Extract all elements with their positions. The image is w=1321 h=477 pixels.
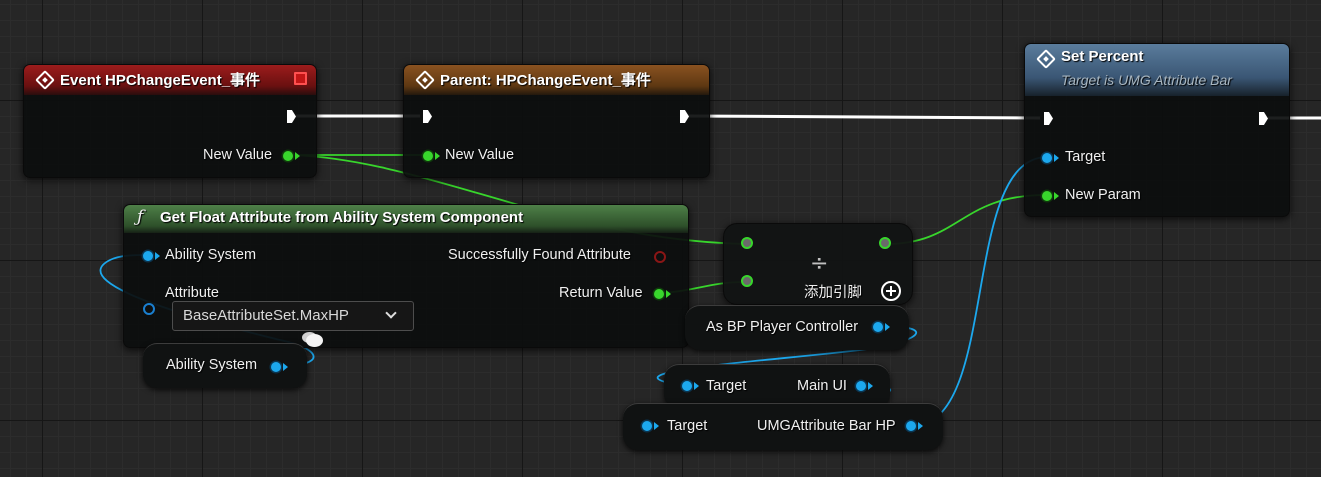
set-percent-node[interactable]: Set Percent Target is UMG Attribute Bar …: [1024, 43, 1290, 217]
found-attribute-output-label: Successfully Found Attribute: [448, 247, 631, 263]
divide-input-a-pin[interactable]: [741, 237, 753, 249]
reroute-knot[interactable]: [306, 334, 323, 347]
return-value-output-label: Return Value: [559, 285, 643, 301]
pin-arrow-icon: [1054, 154, 1059, 162]
set-percent-title: Set Percent: [1061, 48, 1144, 65]
get-float-attribute-node[interactable]: ƒ Get Float Attribute from Ability Syste…: [123, 204, 689, 348]
add-pin-label[interactable]: 添加引脚: [804, 281, 862, 302]
exec-output-pin[interactable]: [680, 110, 689, 123]
pin-arrow-icon: [295, 152, 300, 160]
exec-input-pin[interactable]: [1044, 112, 1053, 125]
main-ui-output-label: Main UI: [797, 378, 847, 394]
umg-attribute-bar-hp-node[interactable]: Target UMGAttribute Bar HP: [623, 403, 943, 450]
pin-arrow-icon: [868, 382, 873, 390]
main-ui-target-input-pin[interactable]: [682, 381, 692, 391]
exec-output-pin[interactable]: [287, 110, 296, 123]
ability-system-output-pin[interactable]: [271, 362, 281, 372]
as-bp-player-controller-label: As BP Player Controller: [706, 319, 859, 335]
ability-system-variable-label: Ability System: [166, 357, 258, 373]
function-icon: ƒ: [137, 207, 144, 227]
umg-bar-output-pin[interactable]: [906, 421, 916, 431]
pin-arrow-icon: [283, 363, 288, 371]
plus-circle-icon[interactable]: [881, 281, 901, 301]
divide-output-pin[interactable]: [879, 237, 891, 249]
event-node[interactable]: Event HPChangeEvent_事件 New Value: [23, 64, 317, 178]
ability-system-input-label: Ability System: [165, 247, 257, 263]
umg-bar-output-label: UMGAttribute Bar HP: [757, 418, 896, 434]
get-float-attribute-header: ƒ Get Float Attribute from Ability Syste…: [124, 205, 688, 233]
new-value-input-label: New Value: [445, 147, 515, 163]
pin-arrow-icon: [666, 290, 671, 298]
pin-arrow-icon: [1054, 192, 1059, 200]
found-attribute-output-pin[interactable]: [654, 251, 666, 263]
new-param-input-label: New Param: [1065, 187, 1141, 203]
new-value-output-label: New Value: [203, 147, 273, 163]
attribute-dropdown-value: BaseAttributeSet.MaxHP: [183, 307, 349, 324]
umg-bar-target-label: Target: [667, 418, 708, 434]
pin-arrow-icon: [654, 422, 659, 430]
diamond-icon: [35, 70, 55, 90]
get-float-attribute-title: Get Float Attribute from Ability System …: [160, 209, 524, 226]
parent-node-title: Parent: HPChangeEvent_事件: [440, 72, 651, 89]
main-ui-target-label: Target: [706, 378, 747, 394]
attribute-dropdown[interactable]: BaseAttributeSet.MaxHP: [172, 301, 414, 331]
parent-node-header: Parent: HPChangeEvent_事件: [404, 65, 709, 95]
ability-system-variable-node[interactable]: Ability System: [143, 343, 307, 388]
close-box-icon[interactable]: [294, 72, 307, 85]
target-input-label: Target: [1065, 149, 1106, 165]
new-value-output-pin[interactable]: [283, 151, 293, 161]
return-value-output-pin[interactable]: [654, 289, 664, 299]
as-bp-player-controller-output-pin[interactable]: [873, 322, 883, 332]
exec-input-pin[interactable]: [423, 110, 432, 123]
chevron-down-icon: [385, 307, 397, 319]
new-value-input-pin[interactable]: [423, 151, 433, 161]
pin-arrow-icon: [155, 252, 160, 260]
main-ui-output-pin[interactable]: [856, 381, 866, 391]
new-param-input-pin[interactable]: [1042, 191, 1052, 201]
set-percent-header: Set Percent Target is UMG Attribute Bar: [1025, 44, 1289, 96]
diamond-icon: [415, 70, 435, 90]
target-input-pin[interactable]: [1042, 153, 1052, 163]
divide-input-b-pin[interactable]: [741, 275, 753, 287]
divide-node[interactable]: ÷ 添加引脚: [723, 223, 913, 305]
parent-node[interactable]: Parent: HPChangeEvent_事件 New Value: [403, 64, 710, 178]
attribute-input-pin[interactable]: [143, 303, 155, 315]
pin-arrow-icon: [918, 422, 923, 430]
pin-arrow-icon: [694, 382, 699, 390]
as-bp-player-controller-node[interactable]: As BP Player Controller: [685, 305, 909, 350]
divide-icon: ÷: [810, 251, 829, 276]
event-node-header: Event HPChangeEvent_事件: [24, 65, 316, 95]
pin-arrow-icon: [885, 323, 890, 331]
diamond-icon: [1036, 49, 1056, 69]
umg-bar-target-input-pin[interactable]: [642, 421, 652, 431]
set-percent-subtitle: Target is UMG Attribute Bar: [1061, 72, 1232, 88]
attribute-input-label: Attribute: [165, 285, 219, 301]
exec-wire-parent-to-set-percent: [687, 114, 1041, 120]
pin-arrow-icon: [435, 152, 440, 160]
event-node-title: Event HPChangeEvent_事件: [60, 72, 261, 89]
exec-output-pin[interactable]: [1259, 112, 1268, 125]
ability-system-input-pin[interactable]: [143, 251, 153, 261]
